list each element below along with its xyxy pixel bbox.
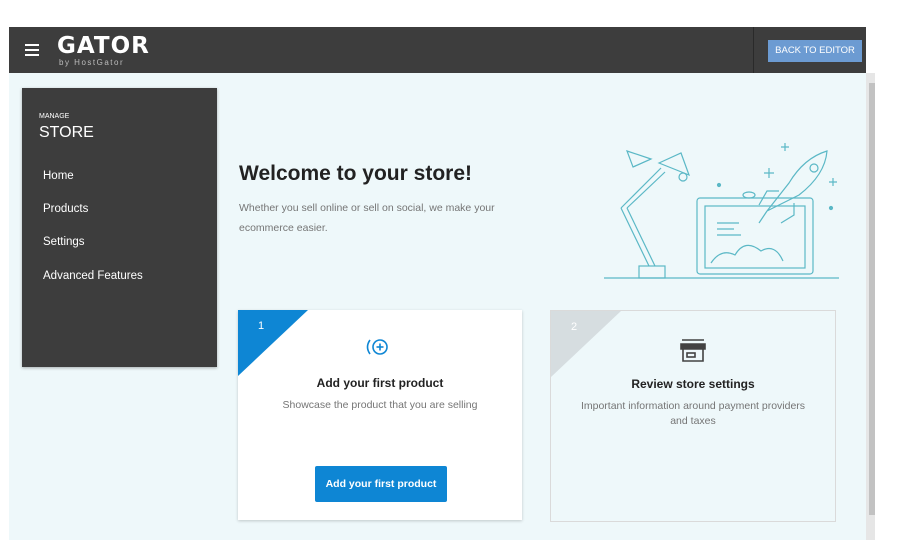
card-description: Important information around payment pro… (580, 400, 806, 427)
back-to-editor-button[interactable]: BACK TO EDITOR (768, 40, 862, 62)
lamp-icon (620, 152, 691, 279)
add-first-product-button[interactable]: Add your first product (315, 466, 447, 502)
sidebar-title: STORE (39, 124, 94, 141)
scrollbar-thumb[interactable] (869, 83, 875, 515)
logo-subtext: by HostGator (59, 58, 125, 67)
main-content: MANAGE STORE Home Products Settings Adva… (9, 73, 875, 540)
menu-icon[interactable] (25, 44, 39, 56)
sidebar-item-products[interactable]: Products (43, 203, 88, 215)
page-subtitle: Whether you sell online or sell on socia… (239, 202, 495, 234)
card-description: Showcase the product that you are sellin… (282, 399, 478, 411)
sidebar-item-settings[interactable]: Settings (43, 236, 85, 248)
rocket-laptop-illustration (604, 143, 839, 279)
page-title: Welcome to your store! (239, 162, 472, 185)
sidebar-section-label: MANAGE (39, 113, 70, 120)
gator-logo: GATOR by HostGator (57, 34, 150, 67)
step-number: 1 (258, 320, 265, 332)
logo-text: GATOR (57, 33, 150, 59)
review-settings-card[interactable]: 2 Review store settings Important inform… (550, 310, 836, 522)
topbar-divider (753, 27, 754, 73)
add-circle-icon (238, 336, 522, 364)
card-title: Review store settings (631, 377, 755, 391)
sidebar-item-advanced-features[interactable]: Advanced Features (43, 270, 143, 282)
laptop-icon (696, 197, 814, 275)
add-product-card[interactable]: 1 Add your first product Showcase the pr… (238, 310, 522, 520)
paper-plane-icon (625, 150, 653, 168)
card-title: Add your first product (316, 376, 444, 390)
step-number: 2 (571, 321, 578, 333)
storefront-icon (551, 337, 835, 365)
sidebar-item-home[interactable]: Home (43, 170, 74, 182)
stars-icon (716, 143, 837, 211)
rocket-icon (758, 150, 828, 224)
manage-store-sidebar: MANAGE STORE Home Products Settings Adva… (22, 88, 217, 367)
top-bar: GATOR by HostGator BACK TO EDITOR (9, 27, 866, 73)
